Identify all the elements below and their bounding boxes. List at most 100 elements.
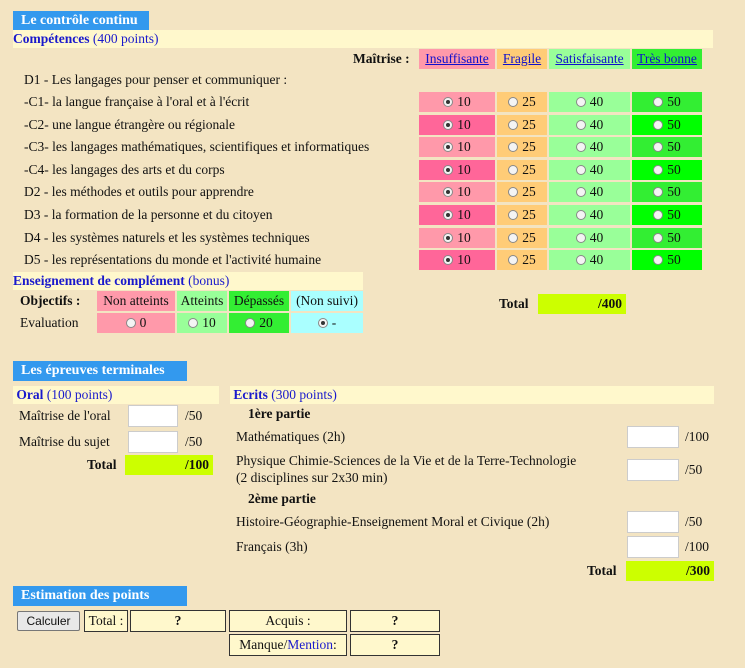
competence-radio-cell[interactable]: 10 [419, 227, 495, 248]
radio-icon[interactable] [443, 119, 454, 130]
radio-icon[interactable] [575, 142, 586, 153]
competence-radio-cell[interactable]: 10 [419, 114, 495, 135]
radio-icon[interactable] [575, 255, 586, 266]
radio-icon[interactable] [575, 187, 586, 198]
radio-icon[interactable] [443, 255, 454, 266]
competence-radio-cell[interactable]: 25 [497, 182, 547, 203]
radio-icon[interactable] [653, 119, 664, 130]
radio-icon[interactable] [508, 164, 519, 175]
level-insuffisante[interactable]: Insuffisante [419, 49, 495, 69]
competence-radio-cell[interactable]: 40 [549, 250, 630, 271]
mathematiques-input[interactable] [627, 426, 679, 448]
oral-row-label-0: Maîtrise de l'oral [19, 408, 111, 423]
competence-radio-cell[interactable]: 50 [632, 159, 702, 180]
physique-chimie-svt-input[interactable] [627, 459, 679, 481]
competence-radio-cell[interactable]: 40 [549, 159, 630, 180]
calculer-button[interactable]: Calculer [17, 611, 80, 631]
radio-value: 10 [457, 229, 471, 245]
oral-points: (100 points) [46, 387, 113, 402]
radio-icon[interactable] [653, 187, 664, 198]
radio-icon[interactable] [653, 97, 664, 107]
competence-radio-cell[interactable]: 50 [632, 92, 702, 112]
competence-radio-cell[interactable]: 25 [497, 137, 547, 158]
radio-icon[interactable] [443, 210, 454, 220]
competence-radio-cell[interactable]: 40 [549, 227, 630, 248]
competence-radio-cell[interactable]: 25 [497, 114, 547, 135]
radio-icon[interactable] [443, 232, 454, 243]
competence-radio-cell[interactable]: 40 [549, 92, 630, 112]
competence-radio-cell[interactable]: 40 [549, 114, 630, 135]
radio-icon[interactable] [575, 97, 586, 107]
radio-icon[interactable] [188, 318, 199, 328]
radio-icon[interactable] [508, 97, 519, 107]
section-title-controle-continu: Le contrôle continu [13, 11, 149, 31]
level-tres-bonne[interactable]: Très bonne [632, 49, 702, 69]
competence-radio-cell[interactable]: 10 [419, 92, 495, 112]
radio-icon[interactable] [508, 210, 519, 220]
competence-radio-cell[interactable]: 25 [497, 92, 547, 112]
radio-icon[interactable] [653, 210, 664, 220]
level-satisfaisante-link[interactable]: Satisfaisante [555, 51, 623, 67]
radio-icon[interactable] [653, 232, 664, 243]
radio-icon[interactable] [125, 318, 136, 328]
competence-radio-cell[interactable]: 10 [419, 137, 495, 158]
competence-radio-cell[interactable]: 50 [632, 227, 702, 248]
competence-row-label: -C4- les langages des arts et du corps [24, 161, 225, 177]
competence-radio-cell[interactable]: 40 [549, 182, 630, 203]
radio-icon[interactable] [443, 142, 454, 153]
evaluation-radio-cell[interactable]: 0 [97, 313, 175, 333]
radio-icon[interactable] [443, 164, 454, 175]
radio-icon[interactable] [508, 232, 519, 243]
radio-value: 50 [667, 207, 681, 222]
histoire-geo-input[interactable] [627, 511, 679, 533]
radio-icon[interactable] [575, 210, 586, 220]
maitrise-sujet-input[interactable] [128, 431, 178, 453]
maitrise-oral-input[interactable] [128, 405, 178, 427]
radio-icon[interactable] [653, 164, 664, 175]
competence-radio-cell[interactable]: 10 [419, 159, 495, 180]
level-satisfaisante[interactable]: Satisfaisante [549, 49, 630, 69]
estimation-total-label: Total : [84, 610, 128, 632]
radio-icon[interactable] [443, 97, 454, 107]
radio-value: 40 [589, 229, 604, 245]
competence-radio-cell[interactable]: 10 [419, 205, 495, 225]
competence-radio-cell[interactable]: 25 [497, 227, 547, 248]
competence-radio-cell[interactable]: 50 [632, 182, 702, 203]
evaluation-radio-cell[interactable]: 10 [177, 313, 227, 333]
ecrits-row-label-0: Mathématiques (2h) [236, 429, 346, 444]
competence-radio-cell[interactable]: 10 [419, 250, 495, 271]
competence-radio-cell[interactable]: 50 [632, 137, 702, 158]
competence-radio-cell[interactable]: 25 [497, 205, 547, 225]
radio-icon[interactable] [575, 119, 586, 130]
level-tres-bonne-link[interactable]: Très bonne [637, 51, 697, 67]
radio-icon[interactable] [653, 255, 664, 266]
radio-icon[interactable] [245, 318, 256, 328]
objectif-atteints: Atteints [177, 291, 227, 311]
competence-radio-cell[interactable]: 25 [497, 159, 547, 180]
competence-radio-cell[interactable]: 50 [632, 114, 702, 135]
ecrits-total-box: /300 [626, 561, 714, 581]
competence-radio-cell[interactable]: 50 [632, 205, 702, 225]
radio-value: 10 [457, 94, 471, 109]
radio-icon[interactable] [575, 232, 586, 243]
francais-input[interactable] [627, 536, 679, 558]
competence-radio-cell[interactable]: 40 [549, 137, 630, 158]
competence-radio-cell[interactable]: 50 [632, 250, 702, 271]
radio-icon[interactable] [508, 187, 519, 198]
competence-radio-cell[interactable]: 40 [549, 205, 630, 225]
evaluation-radio-cell[interactable]: 20 [229, 313, 289, 333]
oral-label: Oral [16, 387, 44, 402]
radio-icon[interactable] [508, 119, 519, 130]
evaluation-radio-cell[interactable]: - [291, 313, 363, 333]
radio-icon[interactable] [653, 142, 664, 153]
radio-icon[interactable] [317, 318, 328, 328]
level-fragile-link[interactable]: Fragile [503, 51, 541, 67]
competence-radio-cell[interactable]: 10 [419, 182, 495, 203]
radio-icon[interactable] [575, 164, 586, 175]
radio-icon[interactable] [443, 187, 454, 198]
competence-radio-cell[interactable]: 25 [497, 250, 547, 271]
level-fragile[interactable]: Fragile [497, 49, 547, 69]
level-insuffisante-link[interactable]: Insuffisante [425, 51, 489, 67]
radio-icon[interactable] [508, 142, 519, 153]
radio-icon[interactable] [508, 255, 519, 266]
